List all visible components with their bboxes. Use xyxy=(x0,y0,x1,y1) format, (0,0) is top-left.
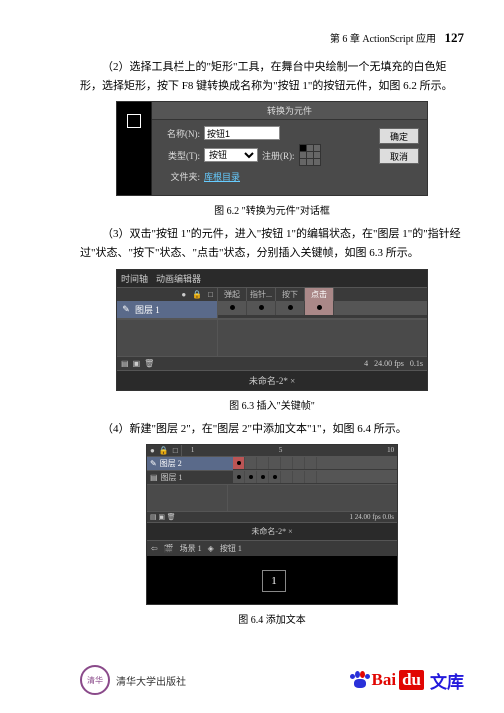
figure-6-2: 转换为元件 名称(N): 类型(T): 按钮 注册(R): xyxy=(80,101,464,196)
layer1-kf-3[interactable] xyxy=(257,471,269,483)
delete-layer-icon[interactable]: 🗑 xyxy=(167,513,176,521)
chapter-label: 第 6 章 ActionScript 应用 xyxy=(330,34,436,45)
layer-1-label: 图层 1 xyxy=(161,472,183,483)
time-indicator: 0.1s xyxy=(410,359,423,368)
dialog-preview xyxy=(117,102,152,195)
layer-1-label: 图层 1 xyxy=(135,303,160,316)
figure-6-3: 时间轴 动画编辑器 ● 🔒 □ ✎ 图层 1 xyxy=(80,269,464,391)
state-hit[interactable]: 点击 xyxy=(305,288,334,301)
figure-6-4-caption: 图 6.4 添加文本 xyxy=(80,611,464,626)
frame-indicator: 4 xyxy=(364,359,368,368)
back-arrow-icon[interactable]: ⇦ xyxy=(151,544,158,553)
ok-button[interactable]: 确定 xyxy=(379,128,419,144)
layer2-frame-1[interactable] xyxy=(233,457,245,469)
page-number: 127 xyxy=(445,30,465,45)
new-folder-icon[interactable]: ▣ xyxy=(158,513,165,521)
name-input[interactable] xyxy=(204,126,280,140)
timeline-panel: 时间轴 动画编辑器 ● 🔒 □ ✎ 图层 1 xyxy=(116,269,428,391)
state-up[interactable]: 弹起 xyxy=(218,288,247,301)
text-object-1[interactable]: 1 xyxy=(262,570,286,592)
registration-grid[interactable] xyxy=(299,144,321,166)
crumb-button[interactable]: 按钮 1 xyxy=(220,543,242,554)
figure-6-3-caption: 图 6.3 插入"关键帧" xyxy=(80,397,464,412)
figure-6-2-caption: 图 6.2 "转换为元件"对话框 xyxy=(80,202,464,217)
layer-2-row[interactable]: ✎图层 2 xyxy=(147,457,397,471)
paragraph-4: （4）新建"图层 2"，在"图层 2"中添加文本"1"，如图 6.4 所示。 xyxy=(80,420,464,439)
type-label: 类型(T): xyxy=(160,149,200,162)
baidu-du: du xyxy=(399,670,424,690)
figure-6-4: ● 🔒 □ 1 5 10 ✎图层 2 xyxy=(80,444,464,605)
registration-label: 注册(R): xyxy=(262,149,295,162)
layer-icon: ▤ xyxy=(150,473,158,482)
keyframe-up[interactable] xyxy=(218,301,247,315)
layer1-kf-4[interactable] xyxy=(269,471,281,483)
layer1-kf-2[interactable] xyxy=(245,471,257,483)
fps-indicator: 24.00 fps xyxy=(355,513,381,521)
frame-num-1: 1 xyxy=(182,446,204,454)
folder-label: 文件夹: xyxy=(160,170,200,183)
tab-timeline[interactable]: 时间轴 xyxy=(121,272,148,285)
keyframe-hit[interactable] xyxy=(305,301,334,315)
folder-link[interactable]: 库根目录 xyxy=(204,170,240,183)
baidu-wenku-logo: Baidu 文库 xyxy=(349,668,464,693)
layer-2-label: 图层 2 xyxy=(160,458,182,469)
paragraph-2: （2）选择工具栏上的"矩形"工具，在舞台中央绘制一个无填充的白色矩形，选择矩形，… xyxy=(80,58,464,95)
frame-num-10: 10 xyxy=(380,446,402,454)
convert-to-symbol-dialog: 转换为元件 名称(N): 类型(T): 按钮 注册(R): xyxy=(116,101,428,196)
fps-indicator: 24.00 fps xyxy=(374,359,404,368)
name-label: 名称(N): xyxy=(160,127,200,140)
new-layer-icon[interactable]: ▤ xyxy=(150,513,157,521)
layer1-kf-1[interactable] xyxy=(233,471,245,483)
publisher-name: 清华大学出版社 xyxy=(116,673,186,688)
crumb-scene[interactable]: 场景 1 xyxy=(180,543,202,554)
keyframe-down[interactable] xyxy=(276,301,305,315)
baidu-wenku: 文库 xyxy=(430,668,464,693)
baidu-paw-icon xyxy=(349,671,369,689)
state-down[interactable]: 按下 xyxy=(276,288,305,301)
frame-indicator: 1 xyxy=(349,513,353,521)
layer-1-row[interactable]: ✎ 图层 1 xyxy=(117,301,217,318)
page-header: 第 6 章 ActionScript 应用 127 xyxy=(80,30,464,46)
timeline-panel-64: ● 🔒 □ 1 5 10 ✎图层 2 xyxy=(147,445,397,522)
tab-motion-editor[interactable]: 动画编辑器 xyxy=(156,272,201,285)
new-layer-icon[interactable]: ▤ xyxy=(121,359,129,368)
baidu-bai: Bai xyxy=(372,670,397,690)
paragraph-3: （3）双击"按钮 1"的元件，进入"按钮 1"的编辑状态，在"图层 1"的"指针… xyxy=(80,225,464,262)
time-indicator: 0.0s xyxy=(383,513,394,521)
scene-icon: 🎬 xyxy=(164,544,174,553)
keyframe-over[interactable] xyxy=(247,301,276,315)
new-folder-icon[interactable]: ▣ xyxy=(133,359,141,368)
outline-icon[interactable]: □ xyxy=(173,446,178,455)
lock-icon[interactable]: 🔒 xyxy=(192,290,202,299)
delete-layer-icon[interactable]: 🗑 xyxy=(144,359,154,368)
publisher-seal-icon: 清华 xyxy=(80,665,110,695)
eye-icon[interactable]: ● xyxy=(150,446,155,455)
lock-icon[interactable]: 🔒 xyxy=(159,446,169,455)
publisher-logo: 清华 清华大学出版社 xyxy=(80,665,186,695)
eye-icon[interactable]: ● xyxy=(181,290,186,299)
stage-area[interactable]: 1 xyxy=(147,556,397,604)
type-select[interactable]: 按钮 xyxy=(204,148,258,162)
pen-icon: ✎ xyxy=(150,459,157,468)
page-footer: 清华 清华大学出版社 Baidu 文库 xyxy=(0,655,504,713)
frame-num-5: 5 xyxy=(270,446,292,454)
pen-icon: ✎ xyxy=(121,304,131,315)
dialog-title: 转换为元件 xyxy=(152,102,427,120)
document-tab[interactable]: 未命名-2* × xyxy=(251,527,292,536)
outline-icon[interactable]: □ xyxy=(208,290,213,299)
layer-1-row[interactable]: ▤图层 1 xyxy=(147,471,397,485)
cancel-button[interactable]: 取消 xyxy=(379,148,419,164)
rect-preview-icon xyxy=(127,114,141,128)
document-tab[interactable]: 未命名-2* × xyxy=(249,376,295,386)
symbol-icon: ◈ xyxy=(208,544,214,553)
state-over[interactable]: 指针... xyxy=(247,288,276,301)
